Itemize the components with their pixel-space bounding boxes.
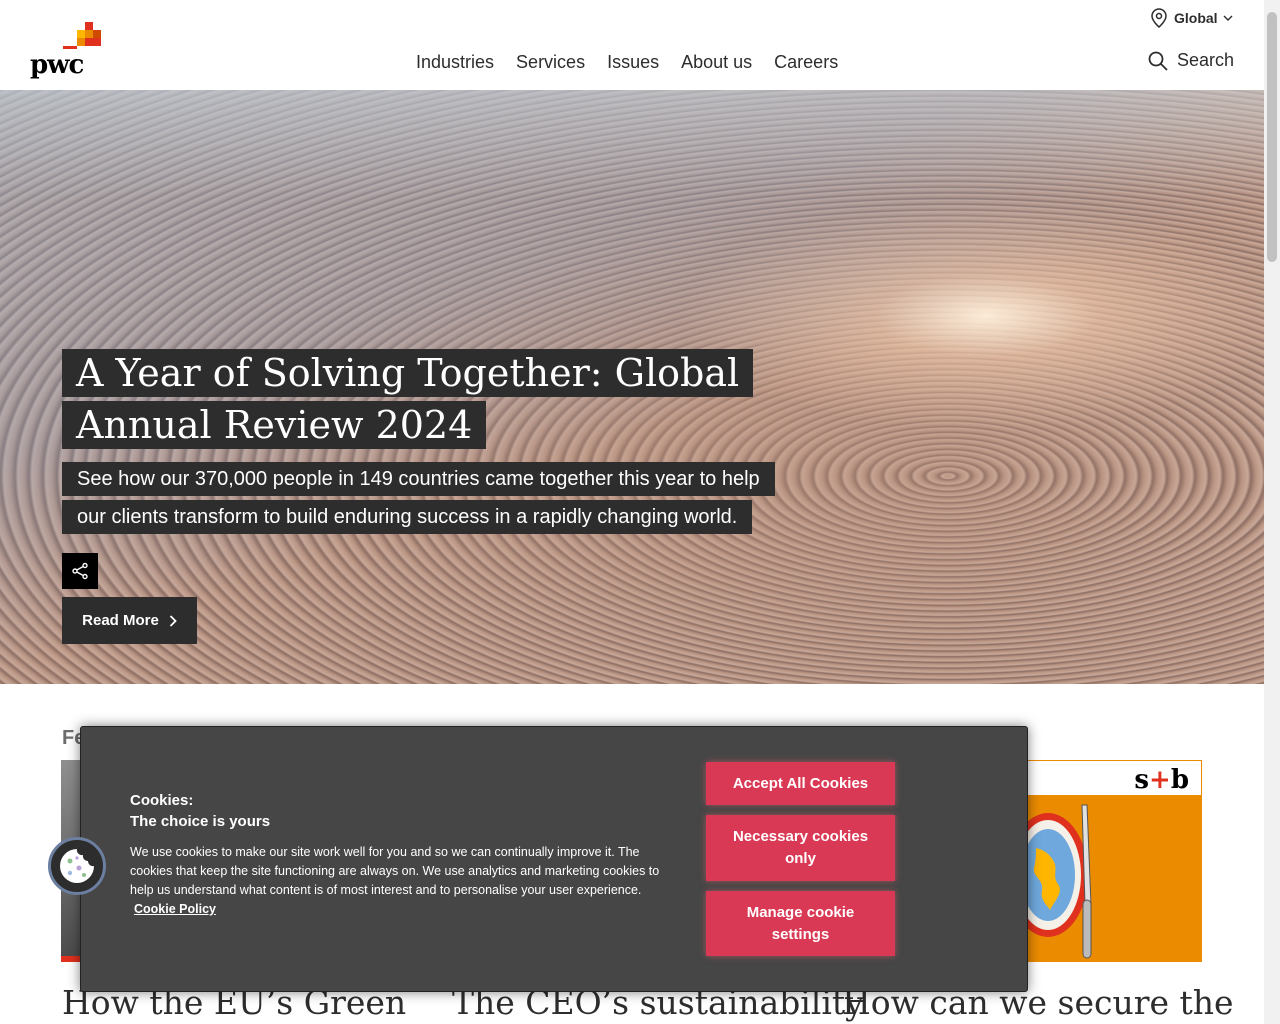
- cookie-heading: Cookies:: [130, 792, 194, 809]
- site-header: pwc Industries Services Issues About us …: [0, 0, 1264, 90]
- location-pin-icon: [1151, 8, 1167, 28]
- page-scrollbar[interactable]: [1264, 0, 1280, 1024]
- cookie-body-text: We use cookies to make our site work wel…: [130, 845, 660, 897]
- search-icon: [1148, 51, 1168, 71]
- region-selector[interactable]: Global: [1150, 8, 1239, 28]
- scrollbar-thumb[interactable]: [1267, 12, 1277, 262]
- nav-issues[interactable]: Issues: [607, 52, 659, 73]
- main-nav: Industries Services Issues About us Care…: [416, 52, 860, 73]
- card-3-image[interactable]: s+b: [1020, 760, 1202, 962]
- region-label: Global: [1174, 10, 1218, 26]
- hero-title: A Year of Solving Together: Global Annua…: [62, 347, 754, 451]
- chevron-down-icon: [1223, 15, 1233, 21]
- logo-wordmark: pwc: [30, 50, 84, 80]
- search-button[interactable]: Search: [1148, 50, 1234, 71]
- nav-industries[interactable]: Industries: [416, 52, 494, 73]
- nav-about-us[interactable]: About us: [681, 52, 752, 73]
- search-label: Search: [1177, 50, 1235, 70]
- chevron-right-icon: [169, 614, 177, 627]
- pwc-logo[interactable]: pwc: [30, 22, 110, 80]
- manage-cookie-settings-button[interactable]: Manage cookie settings: [706, 891, 895, 956]
- cookie-settings-button[interactable]: [48, 837, 106, 895]
- logo-blocks: [63, 22, 103, 50]
- cookie-subheading: The choice is yours: [130, 813, 271, 830]
- globe-plate-illustration: [1020, 804, 1092, 959]
- cookie-icon: [60, 849, 94, 883]
- accept-all-cookies-button[interactable]: Accept All Cookies: [706, 762, 895, 805]
- necessary-cookies-only-button[interactable]: Necessary cookies only: [706, 815, 895, 881]
- cookie-consent-banner: Cookies: The choice is yours We use cook…: [80, 726, 1028, 992]
- read-more-label: Read More: [82, 612, 159, 629]
- nav-careers[interactable]: Careers: [774, 52, 838, 73]
- hero-banner: A Year of Solving Together: Global Annua…: [0, 90, 1264, 684]
- read-more-button[interactable]: Read More: [62, 597, 197, 644]
- share-icon: [72, 562, 88, 580]
- share-button[interactable]: [62, 553, 98, 589]
- cookie-policy-link[interactable]: Cookie Policy: [134, 902, 216, 916]
- cookie-body: We use cookies to make our site work wel…: [130, 843, 685, 919]
- hero-description: See how our 370,000 people in 149 countr…: [62, 460, 792, 536]
- nav-services[interactable]: Services: [516, 52, 585, 73]
